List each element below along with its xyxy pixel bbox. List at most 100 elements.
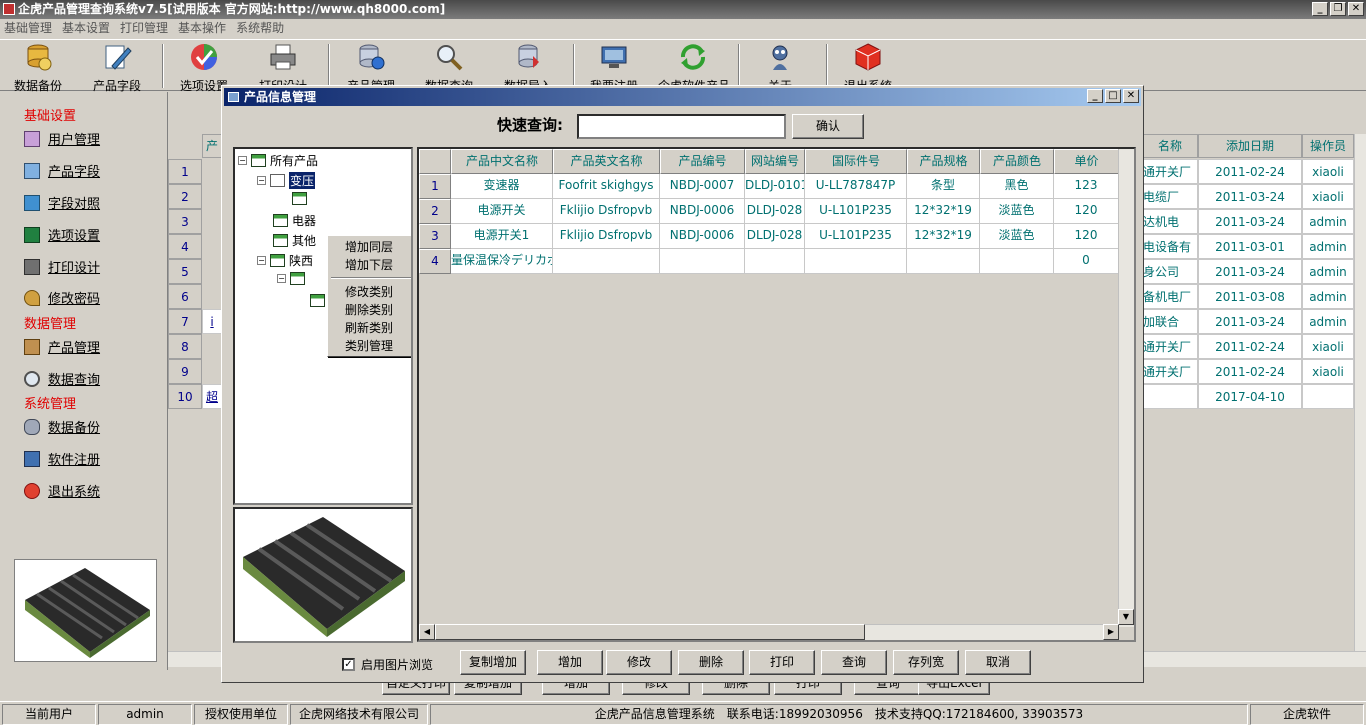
grid-cell[interactable]: 12*32*19 <box>907 199 980 224</box>
grid-cell[interactable]: NBDJ-0007 <box>660 174 745 199</box>
grid-cell[interactable]: 黑色 <box>980 174 1054 199</box>
menu-print-manage[interactable]: 打印管理 <box>120 19 168 38</box>
toolbar-product-field-button[interactable]: 产品字段 <box>82 42 152 94</box>
dialog-minimize-button[interactable]: _ <box>1087 89 1103 103</box>
grid-horizontal-scrollbar[interactable]: ◀ ▶ <box>419 624 1119 640</box>
grid-cell[interactable] <box>805 249 907 274</box>
bg-row-number[interactable]: 2 <box>168 184 202 209</box>
sidebar-item-backup[interactable]: 数据备份 <box>24 417 100 436</box>
grid-header-col[interactable]: 单价 <box>1054 149 1119 174</box>
grid-cell[interactable]: DLDJ-028 <box>745 224 805 249</box>
grid-cell[interactable]: NBDJ-0006 <box>660 199 745 224</box>
sidebar-item-product-field[interactable]: 产品字段 <box>24 161 100 180</box>
grid-cell[interactable]: 120 <box>1054 199 1119 224</box>
grid-cell[interactable]: 条型 <box>907 174 980 199</box>
grid-cell[interactable]: Foofrit skighgys <box>553 174 660 199</box>
dialog-maximize-button[interactable]: □ <box>1105 89 1121 103</box>
sidebar-item-print-design[interactable]: 打印设计 <box>24 257 100 276</box>
grid-header-col[interactable]: 产品中文名称 <box>451 149 553 174</box>
menu-basic-operations[interactable]: 基本操作 <box>178 19 226 38</box>
dialog-button[interactable]: 增加 <box>537 650 603 675</box>
grid-cell[interactable]: NBDJ-0006 <box>660 224 745 249</box>
grid-cell[interactable]: U-L101P235 <box>805 224 907 249</box>
bg-row-number[interactable]: 7 <box>168 309 202 334</box>
scroll-right-arrow[interactable]: ▶ <box>1103 624 1119 640</box>
minimize-button[interactable]: _ <box>1312 2 1328 16</box>
toolbar-backup-button[interactable]: 数据备份 <box>3 42 73 94</box>
bg-row-number[interactable]: 1 <box>168 159 202 184</box>
tree-node-root[interactable]: − 所有产品 <box>238 152 318 169</box>
ctx-add-child[interactable]: 增加下层 <box>345 256 393 273</box>
bg-row-number[interactable]: 8 <box>168 334 202 359</box>
collapse-icon[interactable]: − <box>257 256 266 265</box>
grid-header-col[interactable]: 国际件号 <box>805 149 907 174</box>
bg-row-number[interactable]: 3 <box>168 209 202 234</box>
ctx-refresh-category[interactable]: 刷新类别 <box>345 319 393 336</box>
bg-vertical-scrollbar[interactable] <box>1354 134 1366 654</box>
sidebar-item-data-query[interactable]: 数据查询 <box>24 369 100 388</box>
scroll-left-arrow[interactable]: ◀ <box>419 624 435 640</box>
grid-header-col[interactable]: 产品英文名称 <box>553 149 660 174</box>
collapse-icon[interactable]: − <box>238 156 247 165</box>
dialog-button[interactable]: 查询 <box>821 650 887 675</box>
grid-cell[interactable]: 0 <box>1054 249 1119 274</box>
grid-cell[interactable] <box>745 249 805 274</box>
grid-row-number[interactable]: 4 <box>419 249 451 274</box>
grid-cell[interactable]: Fklijio Dsfropvb <box>553 199 660 224</box>
grid-header-col[interactable]: 产品颜色 <box>980 149 1054 174</box>
sidebar-item-field-map[interactable]: 字段对照 <box>24 193 100 212</box>
menu-basic-settings[interactable]: 基本设置 <box>62 19 110 38</box>
confirm-button[interactable]: 确认 <box>792 114 864 139</box>
dialog-button[interactable]: 打印 <box>749 650 815 675</box>
grid-cell[interactable]: 淡蓝色 <box>980 199 1054 224</box>
dialog-button[interactable]: 存列宽 <box>893 650 959 675</box>
show-image-checkbox[interactable]: ✓ 启用图片浏览 <box>342 656 433 673</box>
sidebar-item-change-password[interactable]: 修改密码 <box>24 288 100 307</box>
quick-search-input[interactable] <box>577 114 786 139</box>
bg-row-number[interactable]: 9 <box>168 359 202 384</box>
sidebar-item-exit[interactable]: 退出系统 <box>24 481 100 500</box>
grid-cell[interactable]: U-LL787847P <box>805 174 907 199</box>
scroll-thumb[interactable] <box>435 624 865 640</box>
grid-vertical-scrollbar[interactable]: ▼ <box>1118 149 1134 627</box>
grid-header-col[interactable]: 网站编号 <box>745 149 805 174</box>
ctx-category-manage[interactable]: 类别管理 <box>345 337 393 354</box>
grid-cell[interactable]: 电源开关1 <box>451 224 553 249</box>
dialog-button[interactable]: 复制增加 <box>460 650 526 675</box>
bg-row-number[interactable]: 5 <box>168 259 202 284</box>
ctx-add-sibling[interactable]: 增加同层 <box>345 238 393 255</box>
dialog-button[interactable]: 修改 <box>606 650 672 675</box>
tree-node-child[interactable] <box>292 192 311 205</box>
grid-cell[interactable]: 12*32*19 <box>907 224 980 249</box>
tree-node-transformer[interactable]: − 变压 <box>257 172 316 189</box>
close-button[interactable]: ✕ <box>1348 2 1364 16</box>
ctx-edit-category[interactable]: 修改类别 <box>345 283 393 300</box>
checkbox-check-icon[interactable]: ✓ <box>342 658 355 671</box>
ctx-delete-category[interactable]: 删除类别 <box>345 301 393 318</box>
grid-row-number[interactable]: 2 <box>419 199 451 224</box>
grid-cell[interactable] <box>660 249 745 274</box>
grid-cell[interactable]: DLDJ-028 <box>745 199 805 224</box>
sidebar-item-options[interactable]: 选项设置 <box>24 225 100 244</box>
grid-cell[interactable] <box>980 249 1054 274</box>
grid-row-number[interactable]: 3 <box>419 224 451 249</box>
grid-cell[interactable]: 淡蓝色 <box>980 224 1054 249</box>
grid-cell[interactable]: 电源开关 <box>451 199 553 224</box>
tree-node-electric[interactable]: 电器 <box>273 212 316 229</box>
grid-cell[interactable]: 120 <box>1054 224 1119 249</box>
collapse-icon[interactable]: − <box>277 274 286 283</box>
grid-cell[interactable] <box>907 249 980 274</box>
grid-cell[interactable]: DLDJ-0101 <box>745 174 805 199</box>
bg-row-number[interactable]: 10 <box>168 384 202 409</box>
tree-node-shaanxi-child[interactable]: − <box>277 272 309 285</box>
restore-button[interactable]: ❐ <box>1330 2 1346 16</box>
collapse-icon[interactable]: − <box>257 176 266 185</box>
menu-system-help[interactable]: 系统帮助 <box>236 19 284 38</box>
grid-cell[interactable]: 变速器 <box>451 174 553 199</box>
grid-cell[interactable]: Fklijio Dsfropvb <box>553 224 660 249</box>
sidebar-item-product-manage[interactable]: 产品管理 <box>24 337 100 356</box>
grid-row-number[interactable]: 1 <box>419 174 451 199</box>
menu-basic-manage[interactable]: 基础管理 <box>4 19 52 38</box>
grid-cell[interactable]: U-L101P235 <box>805 199 907 224</box>
sidebar-item-register[interactable]: 软件注册 <box>24 449 100 468</box>
